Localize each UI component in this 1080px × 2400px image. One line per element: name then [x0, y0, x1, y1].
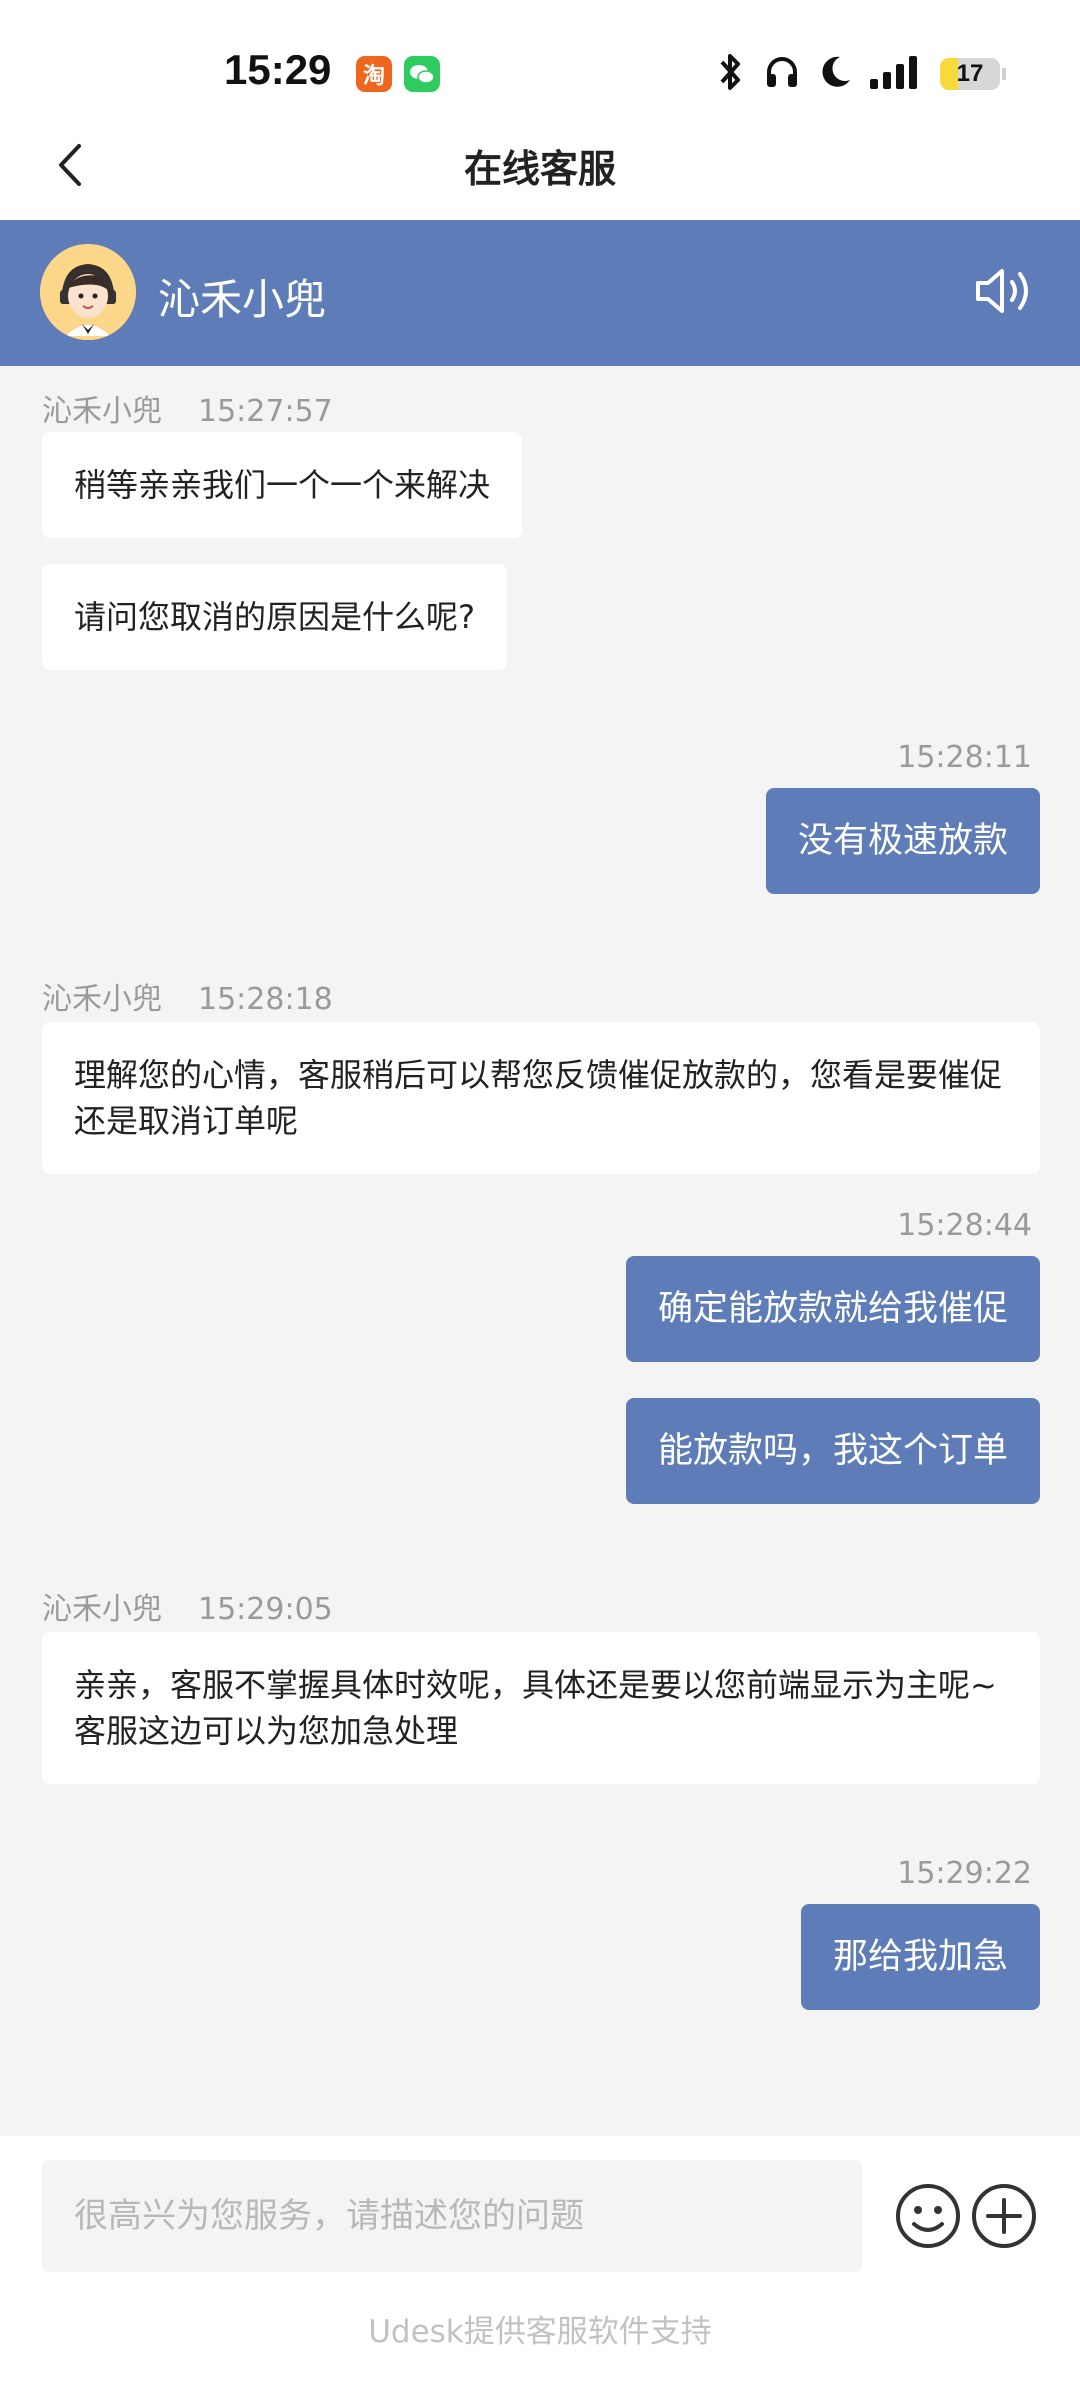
agent-avatar — [40, 244, 136, 340]
message-bubble-outgoing: 没有极速放款 — [765, 788, 1040, 894]
message-bubble-incoming: 请问您取消的原因是什么呢? — [42, 564, 507, 670]
headphones-icon — [764, 54, 800, 94]
sender-name: 沁禾小兜 — [42, 1592, 162, 1627]
add-attachment-button[interactable] — [964, 2176, 1044, 2256]
status-indicators: 17 — [714, 52, 1006, 96]
speaker-icon — [976, 269, 1028, 313]
message-time: 15:27:57 — [198, 394, 333, 429]
message-time: 15:29:05 — [198, 1592, 333, 1627]
emoji-button[interactable] — [888, 2176, 968, 2256]
message-bubble-outgoing: 能放款吗，我这个订单 — [625, 1398, 1040, 1504]
message-bubble-incoming: 稍等亲亲我们一个一个来解决 — [42, 432, 523, 538]
message-input[interactable] — [42, 2160, 862, 2272]
input-bar: Udesk提供客服软件支持 — [0, 2136, 1080, 2400]
footer-note: Udesk提供客服软件支持 — [368, 2314, 712, 2350]
sender-name: 沁禾小兜 — [42, 982, 162, 1017]
message-time: 15:28:11 — [897, 740, 1032, 775]
sender-name: 沁禾小兜 — [42, 394, 162, 429]
speaker-button[interactable] — [970, 256, 1040, 326]
nav-bar: 在线客服 — [0, 110, 1080, 220]
agent-header: 沁禾小兜 — [0, 220, 1080, 366]
message-meta: 沁禾小兜 15:28:18 — [42, 974, 333, 1018]
message-meta: 沁禾小兜 15:27:57 — [42, 386, 333, 430]
message-time: 15:28:44 — [897, 1208, 1032, 1243]
plus-circle-icon — [972, 2184, 1036, 2248]
battery-indicator: 17 — [940, 58, 1006, 90]
message-bubble-incoming: 理解您的心情，客服稍后可以帮您反馈催促放款的，您看是要催促还是取消订单呢 — [42, 1022, 1040, 1174]
emoji-icon — [896, 2184, 960, 2248]
message-bubble-incoming: 亲亲，客服不掌握具体时效呢，具体还是要以您前端显示为主呢~客服这边可以为您加急处… — [42, 1632, 1040, 1784]
message-bubble-outgoing: 那给我加急 — [800, 1904, 1040, 2010]
chat-area[interactable]: 沁禾小兜 15:27:57 稍等亲亲我们一个一个来解决 请问您取消的原因是什么呢?… — [0, 366, 1080, 2136]
signal-icon — [870, 55, 922, 93]
message-time: 15:29:22 — [897, 1856, 1032, 1891]
message-bubble-outgoing: 确定能放款就给我催促 — [625, 1256, 1040, 1362]
taobao-icon: 淘 — [356, 56, 392, 92]
wechat-icon — [404, 56, 440, 92]
message-time: 15:28:18 — [198, 982, 333, 1017]
message-meta: 沁禾小兜 15:29:05 — [42, 1584, 333, 1628]
moon-icon — [818, 54, 852, 94]
status-time: 15:29 — [224, 46, 332, 93]
bluetooth-icon — [714, 52, 746, 96]
agent-name: 沁禾小兜 — [158, 275, 327, 324]
page-title: 在线客服 — [463, 147, 616, 191]
